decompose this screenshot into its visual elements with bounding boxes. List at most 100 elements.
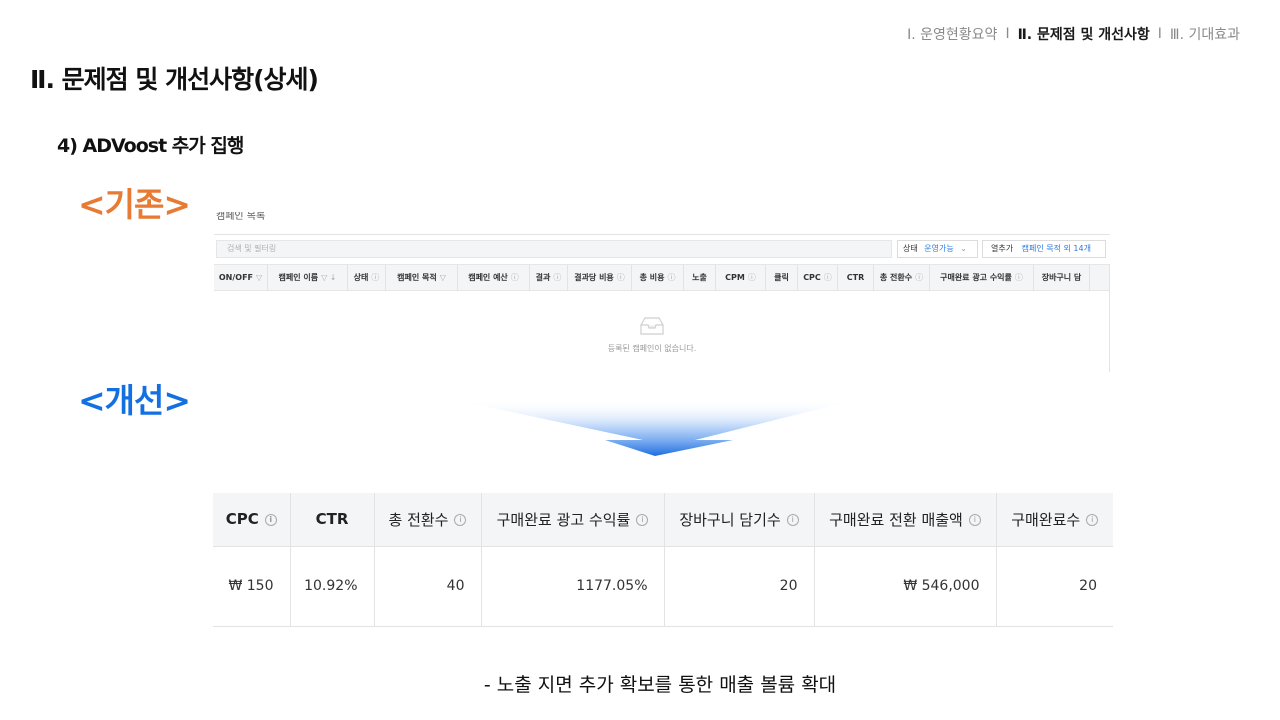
filter-icon[interactable]: ▽ xyxy=(256,265,262,291)
column-header-label: 결과 xyxy=(535,273,551,282)
empty-message: 등록된 캠페인이 없습니다. xyxy=(607,344,697,353)
info-icon[interactable]: ⓘ xyxy=(915,265,923,291)
footnote: - 노출 지면 추가 확보를 통한 매출 볼륨 확대 xyxy=(483,674,837,696)
info-icon[interactable]: ⓘ xyxy=(553,265,561,291)
column-header[interactable]: 상태 ⓘ xyxy=(348,265,386,291)
add-columns-value: 캠페인 목적 외 14개 xyxy=(1021,244,1091,253)
column-header[interactable]: 캠페인 이름 ▽ ↓ xyxy=(268,265,348,291)
column-header[interactable]: 구매완료 광고 수익률 i xyxy=(481,493,665,547)
column-header[interactable]: CTR xyxy=(290,493,375,547)
column-header-label: CPM xyxy=(725,273,745,282)
column-header[interactable]: 결과당 비용 ⓘ xyxy=(568,265,632,291)
column-header[interactable]: 총 전환수 i xyxy=(374,493,482,547)
info-icon[interactable]: i xyxy=(264,513,277,526)
column-header-label: CTR xyxy=(315,510,349,529)
sub-title: 4) ADVoost 추가 집행 xyxy=(57,135,244,157)
column-header-label: 상태 xyxy=(353,273,369,282)
info-icon[interactable]: ⓘ xyxy=(824,265,832,291)
before-screenshot: 캠페인 목록 검색 및 필터링 상태 운영가능 ⌄ 열추가 캠페인 목적 외 1… xyxy=(214,212,1110,372)
info-icon[interactable]: i xyxy=(454,514,467,527)
info-icon[interactable]: i xyxy=(1086,514,1099,527)
info-icon[interactable]: ⓘ xyxy=(1015,265,1023,291)
column-header[interactable]: 장바구니 담기수 i xyxy=(664,493,815,547)
empty-inbox-icon xyxy=(640,317,664,335)
column-header[interactable]: 구매완료 광고 수익률 ⓘ xyxy=(930,265,1034,291)
nav-separator: I xyxy=(1005,26,1010,42)
column-header-label: 장바구니 담 xyxy=(1041,273,1082,282)
search-input[interactable]: 검색 및 필터링 xyxy=(216,240,892,258)
column-header[interactable]: CPC i xyxy=(213,493,291,547)
status-filter-label: 상태 xyxy=(903,244,918,253)
table-cell: ₩ 150 xyxy=(213,546,291,627)
add-columns-label: 열추가 xyxy=(991,244,1014,253)
column-header[interactable]: 캠페인 예산 ⓘ xyxy=(458,265,530,291)
column-header[interactable]: ON/OFF ▽ xyxy=(214,265,268,291)
add-columns-select[interactable]: 열추가 캠페인 목적 외 14개 xyxy=(982,240,1106,258)
status-filter[interactable]: 상태 운영가능 ⌄ xyxy=(897,240,978,258)
section-nav: Ⅰ. 운영현황요약 I Ⅱ. 문제점 및 개선사항 I Ⅲ. 기대효과 xyxy=(905,24,1242,44)
column-header-label: 구매완료 광고 수익률 xyxy=(496,510,631,529)
before-table-header: ON/OFF ▽ 캠페인 이름 ▽ ↓ 상태 ⓘ 캠페인 목적 ▽ 캠페인 예산 ⓘ 결과 ⓘ 결과당 … xyxy=(214,264,1110,291)
column-header-label: 총 비용 xyxy=(639,273,665,282)
table-cell: 20 xyxy=(996,546,1113,627)
table-cell: 20 xyxy=(664,546,815,627)
table-cell: 10.92% xyxy=(290,546,375,627)
column-header-label: 캠페인 목적 xyxy=(397,273,437,282)
column-header-label: CPC xyxy=(803,273,821,282)
column-header-label: 구매완료 광고 수익률 xyxy=(940,273,1012,282)
divider xyxy=(214,234,1110,235)
column-header[interactable]: 구매완료 전환 매출액 i xyxy=(814,493,997,547)
column-header-label: 총 전환수 xyxy=(388,510,449,529)
info-icon[interactable]: i xyxy=(968,514,981,527)
info-icon[interactable]: ⓘ xyxy=(748,265,756,291)
column-header[interactable]: 결과 ⓘ xyxy=(530,265,568,291)
column-header[interactable]: 클릭 xyxy=(766,265,798,291)
filter-icon[interactable]: ▽ ↓ xyxy=(321,265,336,291)
info-icon[interactable]: i xyxy=(786,514,799,527)
filter-icon[interactable]: ▽ xyxy=(440,265,446,291)
before-label: <기존> xyxy=(78,185,191,224)
column-header[interactable]: 노출 xyxy=(684,265,716,291)
column-header[interactable]: 구매완료수 i xyxy=(996,493,1113,547)
column-header-label: CPC xyxy=(225,510,259,529)
page-title: Ⅱ. 문제점 및 개선사항(상세) xyxy=(30,65,319,94)
column-header-label: 구매완료 전환 매출액 xyxy=(829,510,963,529)
column-header-label: 캠페인 예산 xyxy=(468,273,508,282)
column-header-label: 총 전환수 xyxy=(879,273,913,282)
after-label: <개선> xyxy=(78,381,191,420)
table-row: ₩ 150 10.92% 40 1177.05% 20 ₩ 546,000 20 xyxy=(213,546,1113,627)
status-filter-value: 운영가능 xyxy=(924,244,954,253)
info-icon[interactable]: ⓘ xyxy=(617,265,625,291)
column-header-label: 노출 xyxy=(692,273,707,282)
column-header[interactable]: 캠페인 목적 ▽ xyxy=(386,265,458,291)
column-header-label: 구매완료수 xyxy=(1011,510,1081,529)
column-header-label: 결과당 비용 xyxy=(574,273,614,282)
nav-item[interactable]: Ⅲ. 기대효과 xyxy=(1168,24,1242,44)
column-header[interactable]: CPC ⓘ xyxy=(798,265,838,291)
info-icon[interactable]: i xyxy=(636,514,649,527)
info-icon[interactable]: ⓘ xyxy=(371,265,379,291)
table-cell: ₩ 546,000 xyxy=(814,546,997,627)
column-header[interactable]: 장바구니 담 xyxy=(1034,265,1090,291)
column-header-label: 장바구니 담기수 xyxy=(679,510,781,529)
column-header-label: CTR xyxy=(846,273,865,282)
column-header[interactable]: 총 비용 ⓘ xyxy=(632,265,684,291)
info-icon[interactable]: ⓘ xyxy=(667,265,675,291)
column-header-label: 캠페인 이름 xyxy=(278,273,319,282)
column-header[interactable]: CPM ⓘ xyxy=(716,265,766,291)
arrow-down-icon xyxy=(455,400,855,456)
table-cell: 1177.05% xyxy=(481,546,665,627)
column-header[interactable]: 총 전환수 ⓘ xyxy=(874,265,930,291)
divider xyxy=(1109,264,1110,372)
table-cell: 40 xyxy=(374,546,482,627)
cropped-heading: 캠페인 목록 xyxy=(216,212,266,220)
after-table-header: CPC i CTR 총 전환수 i 구매완료 광고 수익률 i 장바구니 담기수 i 구매완료 전… xyxy=(213,493,1113,547)
column-header[interactable]: CTR xyxy=(838,265,874,291)
column-header-label: ON/OFF xyxy=(218,273,253,282)
nav-item[interactable]: Ⅱ. 문제점 및 개선사항 xyxy=(1016,24,1152,44)
after-table: CPC i CTR 총 전환수 i 구매완료 광고 수익률 i 장바구니 담기수 i 구매완료 전… xyxy=(213,493,1113,627)
column-header-label: 클릭 xyxy=(774,273,789,282)
nav-separator: I xyxy=(1157,26,1162,42)
nav-item[interactable]: Ⅰ. 운영현황요약 xyxy=(905,24,999,44)
info-icon[interactable]: ⓘ xyxy=(511,265,519,291)
